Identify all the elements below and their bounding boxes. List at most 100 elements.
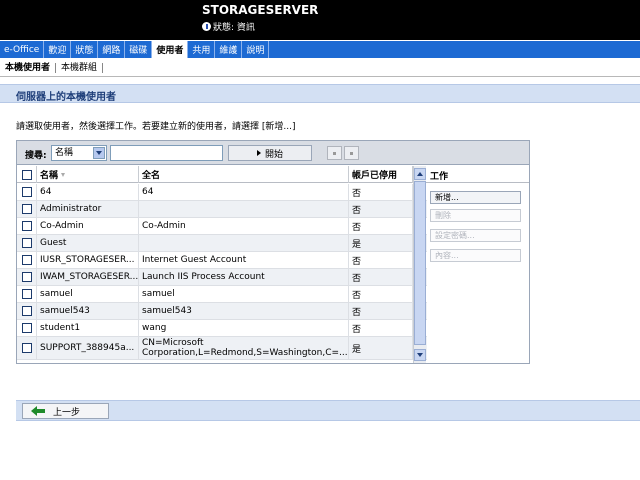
cell-name: IUSR_STORAGESER... (37, 252, 139, 268)
row-checkbox-cell (17, 269, 37, 285)
row-checkbox[interactable] (21, 255, 32, 265)
cell-full-name: samuel543 (139, 303, 349, 319)
set-password-button[interactable]: 設定密碼... (430, 229, 521, 242)
scroll-up-icon[interactable] (414, 168, 426, 180)
page-title: 伺服器上的本機使用者 (16, 92, 116, 103)
cell-disabled: 是 (349, 337, 413, 359)
nav-tab-shares[interactable]: 共用 (188, 41, 216, 58)
cell-name: Administrator (37, 201, 139, 217)
cell-disabled: 否 (349, 303, 413, 319)
instructions-text: 請選取使用者，然後選擇工作。若要建立新的使用者，請選擇 [新增...] (16, 122, 296, 132)
properties-button[interactable]: 內容... (430, 249, 521, 262)
column-header-disabled[interactable]: 帳戶已停用 (349, 166, 413, 183)
search-input[interactable] (110, 145, 223, 161)
table-row[interactable]: student1 wang 否 (17, 320, 427, 337)
search-label: 搜尋: (25, 151, 47, 161)
row-checkbox-cell (17, 303, 37, 319)
nav-tab-disks[interactable]: 磁碟 (125, 41, 153, 58)
row-checkbox-cell (17, 252, 37, 268)
table-row[interactable]: IUSR_STORAGESER... Internet Guest Accoun… (17, 252, 427, 269)
chevron-down-icon[interactable] (93, 147, 105, 159)
nav-tab-network[interactable]: 網路 (98, 41, 126, 58)
row-checkbox[interactable] (21, 204, 32, 214)
row-checkbox-cell (17, 235, 37, 251)
status-line[interactable]: 狀態: 資訊 (202, 20, 255, 33)
table-row[interactable]: SUPPORT_388945a... CN=Microsoft Corporat… (17, 337, 427, 360)
subnav-local-groups[interactable]: 本機群組 (56, 63, 104, 73)
select-all-cell (17, 166, 37, 183)
cell-full-name: CN=Microsoft Corporation,L=Redmond,S=Was… (139, 337, 349, 359)
search-field-value: 名稱 (55, 148, 74, 158)
nav-tab-welcome[interactable]: 歡迎 (44, 41, 72, 58)
subnav-local-users[interactable]: 本機使用者 (0, 63, 57, 73)
footer-bar: 上一步 (16, 400, 640, 421)
nav-tab-users[interactable]: 使用者 (152, 41, 189, 58)
row-checkbox[interactable] (21, 272, 32, 282)
select-all-checkbox[interactable] (21, 169, 32, 180)
column-header-name[interactable]: 名稱 (37, 166, 139, 183)
row-checkbox[interactable] (21, 306, 32, 316)
server-name: STORAGESERVER (202, 3, 319, 17)
info-icon (202, 22, 211, 31)
cell-disabled: 是 (349, 235, 413, 251)
delete-user-button[interactable]: 刪除 (430, 209, 521, 222)
cell-disabled: 否 (349, 218, 413, 234)
start-button-label: 開始 (264, 149, 283, 160)
search-field-select[interactable]: 名稱 (51, 145, 107, 161)
tasks-title: 工作 (430, 172, 449, 182)
search-bar: 搜尋: 名稱 開始 (17, 141, 529, 165)
scroll-down-icon[interactable] (414, 349, 426, 361)
nav-tab-help[interactable]: 說明 (242, 41, 270, 58)
status-text[interactable]: 狀態: 資訊 (213, 20, 255, 33)
users-table-body: 64 64 否 Administrator 否 Co-Admin Co-Admi… (17, 184, 427, 360)
cell-name: SUPPORT_388945a... (37, 337, 139, 359)
cell-full-name: Launch IIS Process Account (139, 269, 349, 285)
scroll-thumb[interactable] (414, 181, 426, 345)
row-checkbox-cell (17, 337, 37, 359)
cell-disabled: 否 (349, 201, 413, 217)
page-title-bar: 伺服器上的本機使用者 (0, 84, 640, 103)
row-checkbox-cell (17, 286, 37, 302)
column-header-fullname[interactable]: 全名 (139, 166, 349, 183)
users-panel: 搜尋: 名稱 開始 名稱 全名 帳戶已停用 64 64 否 Administra… (16, 140, 530, 364)
back-arrow-icon (31, 406, 45, 416)
table-row[interactable]: Guest 是 (17, 235, 427, 252)
table-row[interactable]: samuel samuel 否 (17, 286, 427, 303)
cell-name: student1 (37, 320, 139, 336)
cell-name: Co-Admin (37, 218, 139, 234)
row-checkbox[interactable] (21, 323, 32, 333)
row-checkbox[interactable] (21, 289, 32, 299)
table-row[interactable]: Administrator 否 (17, 201, 427, 218)
start-search-button[interactable]: 開始 (228, 145, 312, 161)
app-header: STORAGESERVER 狀態: 資訊 (0, 0, 640, 40)
nav-tab-eoffice[interactable]: e-Office (0, 41, 45, 58)
row-checkbox[interactable] (21, 187, 32, 197)
cell-full-name: Co-Admin (139, 218, 349, 234)
cell-full-name: samuel (139, 286, 349, 302)
table-row[interactable]: IWAM_STORAGESER... Launch IIS Process Ac… (17, 269, 427, 286)
play-icon (256, 150, 261, 156)
table-row[interactable]: Co-Admin Co-Admin 否 (17, 218, 427, 235)
row-checkbox-cell (17, 218, 37, 234)
cell-name: IWAM_STORAGESER... (37, 269, 139, 285)
table-scrollbar[interactable] (413, 166, 426, 363)
row-checkbox[interactable] (21, 238, 32, 248)
cell-disabled: 否 (349, 252, 413, 268)
sub-nav: 本機使用者 本機群組 (0, 60, 640, 77)
new-user-button[interactable]: 新增... (430, 191, 521, 204)
row-checkbox[interactable] (21, 343, 32, 353)
next-page-button[interactable] (344, 146, 359, 160)
cell-full-name: Internet Guest Account (139, 252, 349, 268)
back-button[interactable]: 上一步 (22, 403, 109, 419)
nav-tab-maintenance[interactable]: 維護 (215, 41, 243, 58)
previous-page-button[interactable] (327, 146, 342, 160)
row-checkbox-cell (17, 184, 37, 200)
row-checkbox[interactable] (21, 221, 32, 231)
table-row[interactable]: 64 64 否 (17, 184, 427, 201)
cell-disabled: 否 (349, 320, 413, 336)
cell-full-name (139, 201, 349, 217)
row-checkbox-cell (17, 320, 37, 336)
main-nav: e-Office 歡迎 狀態 網路 磁碟 使用者 共用 維護 說明 (0, 41, 640, 58)
table-row[interactable]: samuel543 samuel543 否 (17, 303, 427, 320)
nav-tab-status[interactable]: 狀態 (71, 41, 99, 58)
